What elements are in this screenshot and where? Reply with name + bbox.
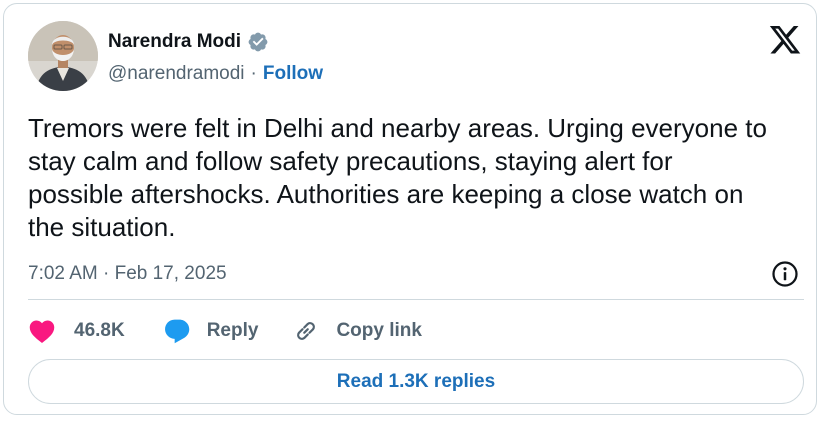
follow-button[interactable]: Follow <box>263 62 323 86</box>
tweet-text: Tremors were felt in Delhi and nearby ar… <box>28 113 767 242</box>
info-icon[interactable] <box>770 259 800 289</box>
like-button[interactable]: 46.8K <box>28 318 125 344</box>
author-handle[interactable]: @narendramodi <box>108 62 245 86</box>
reply-label: Reply <box>206 320 259 341</box>
x-logo-icon[interactable] <box>768 26 802 57</box>
copy-link-label: Copy link <box>336 320 422 341</box>
speech-bubble-icon <box>164 319 189 344</box>
tweet-card: Narendra Modi @narendramodi · Follow Tre… <box>3 3 817 415</box>
avatar[interactable] <box>28 21 98 91</box>
like-count: 46.8K <box>74 320 125 341</box>
verified-badge-icon <box>247 31 269 53</box>
copy-link-button[interactable]: Copy link <box>292 317 422 345</box>
separator-dot: · <box>250 63 257 84</box>
reply-button[interactable]: Reply <box>163 317 259 345</box>
read-replies-label: Read 1.3K replies <box>336 370 496 392</box>
divider <box>28 299 804 300</box>
tweet-timestamp[interactable]: 7:02 AM · Feb 17, 2025 <box>28 262 227 286</box>
author-name[interactable]: Narendra Modi <box>108 30 241 54</box>
action-bar: 46.8K Reply Copy link <box>28 314 422 348</box>
avatar-photo <box>28 21 98 91</box>
heart-icon <box>29 320 55 344</box>
read-replies-button[interactable]: Read 1.3K replies <box>28 359 804 404</box>
author-name-row: Narendra Modi <box>108 30 269 54</box>
link-icon <box>297 322 316 340</box>
author-handle-row: @narendramodi · Follow <box>108 62 323 86</box>
